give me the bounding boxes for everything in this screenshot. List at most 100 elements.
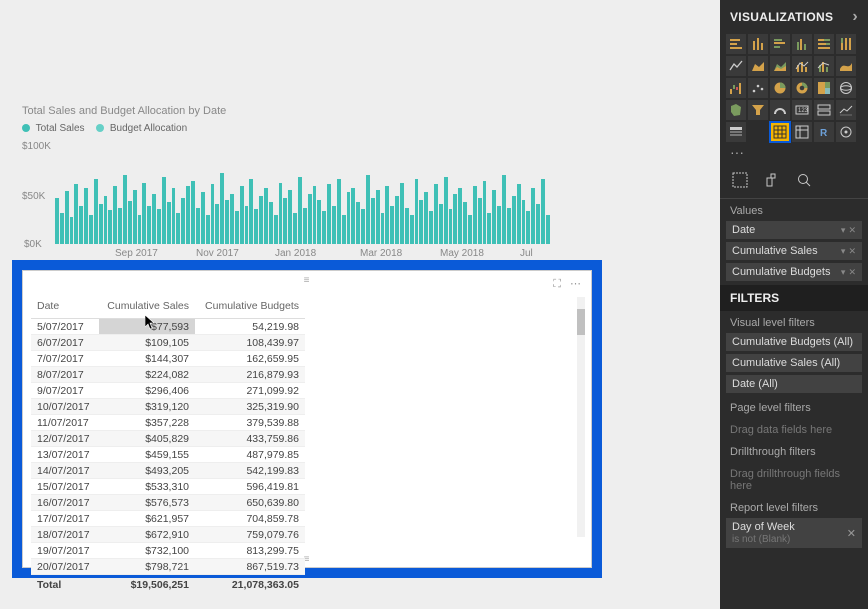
cell-cum-sales[interactable]: $224,082 [99,367,195,383]
dtf-dropzone[interactable]: Drag drillthrough fields here [720,462,868,496]
hundred-stacked-column-icon[interactable] [836,34,856,54]
bar[interactable] [162,177,166,244]
bar-chart[interactable] [55,148,550,244]
analytics-tab-icon[interactable] [794,170,814,190]
table-row[interactable]: 9/07/2017$296,406271,099.92 [31,383,305,399]
bar[interactable] [449,209,453,244]
clustered-bar-icon[interactable] [770,34,790,54]
cell-cum-sales[interactable]: $357,228 [99,415,195,431]
table-visual-icon[interactable] [770,122,790,142]
bar[interactable] [235,211,239,244]
bar[interactable] [264,188,268,244]
bar[interactable] [337,179,341,244]
chevron-right-icon[interactable]: › [852,8,858,26]
bar[interactable] [118,208,122,244]
bar[interactable] [196,208,200,244]
bar[interactable] [152,194,156,244]
bar[interactable] [191,181,195,244]
bar[interactable] [531,188,535,244]
bar[interactable] [298,177,302,244]
bar[interactable] [142,183,146,244]
bar[interactable] [181,198,185,244]
bar[interactable] [249,179,253,244]
bar[interactable] [147,206,151,244]
kpi-icon[interactable] [836,100,856,120]
cell-cum-sales[interactable]: $459,155 [99,447,195,463]
bar[interactable] [133,190,137,244]
table-row[interactable]: 12/07/2017$405,829433,759.86 [31,431,305,447]
bar[interactable] [215,204,219,244]
bar[interactable] [123,175,127,244]
line-stacked-column-icon[interactable] [792,56,812,76]
bar[interactable] [240,186,244,244]
field-cum-budgets[interactable]: Cumulative Budgets▾✕ [726,263,862,281]
cell-cum-sales[interactable]: $493,205 [99,463,195,479]
bar[interactable] [108,210,112,244]
bar[interactable] [104,196,108,244]
cell-cum-budgets[interactable]: 54,219.98 [195,319,305,335]
visualizations-header[interactable]: VISUALIZATIONS › [720,0,868,34]
bar[interactable] [541,179,545,244]
bar[interactable] [473,186,477,244]
stacked-bar-icon[interactable] [726,34,746,54]
table-row[interactable]: 7/07/2017$144,307162,659.95 [31,351,305,367]
cell-date[interactable]: 6/07/2017 [31,335,99,351]
bar[interactable] [89,215,93,244]
bar[interactable] [269,202,273,244]
table-row[interactable]: 14/07/2017$493,205542,199.83 [31,463,305,479]
bar[interactable] [211,184,215,244]
bar[interactable] [206,215,210,244]
cell-cum-budgets[interactable]: 704,859.78 [195,511,305,527]
vlf-cum-budgets[interactable]: Cumulative Budgets (All) [726,333,862,351]
bar[interactable] [381,213,385,244]
card-icon[interactable]: 123 [792,100,812,120]
vlf-cum-sales[interactable]: Cumulative Sales (All) [726,354,862,372]
bar[interactable] [322,211,326,244]
bar[interactable] [99,204,103,244]
bar[interactable] [434,184,438,244]
format-tab-icon[interactable] [762,170,782,190]
bar[interactable] [128,201,132,244]
table-row[interactable]: 13/07/2017$459,155487,979.85 [31,447,305,463]
cell-cum-sales[interactable]: $533,310 [99,479,195,495]
cell-cum-budgets[interactable]: 108,439.97 [195,335,305,351]
bar[interactable] [415,179,419,244]
cell-cum-sales[interactable]: $621,957 [99,511,195,527]
cell-date[interactable]: 11/07/2017 [31,415,99,431]
vlf-date[interactable]: Date (All) [726,375,862,393]
scatter-icon[interactable] [748,78,768,98]
field-cum-sales[interactable]: Cumulative Sales▾✕ [726,242,862,260]
py-visual-icon[interactable] [836,122,856,142]
table-row[interactable]: 10/07/2017$319,120325,319.90 [31,399,305,415]
bar[interactable] [303,208,307,244]
cell-cum-sales[interactable]: $576,573 [99,495,195,511]
cell-cum-budgets[interactable]: 867,519.73 [195,559,305,575]
cell-date[interactable]: 18/07/2017 [31,527,99,543]
table-row[interactable]: 8/07/2017$224,082216,879.93 [31,367,305,383]
cell-date[interactable]: 17/07/2017 [31,511,99,527]
bar[interactable] [497,206,501,244]
line-chart-icon[interactable] [726,56,746,76]
ribbon-chart-icon[interactable] [836,56,856,76]
bar[interactable] [254,209,258,244]
scrollbar-thumb[interactable] [577,309,585,335]
funnel-icon[interactable] [748,100,768,120]
cell-date[interactable]: 19/07/2017 [31,543,99,559]
cell-cum-budgets[interactable]: 216,879.93 [195,367,305,383]
bar[interactable] [279,183,283,244]
bar[interactable] [376,190,380,244]
more-options-icon[interactable]: ⋯ [570,278,581,290]
cell-cum-sales[interactable]: $109,105 [99,335,195,351]
bar[interactable] [453,194,457,244]
data-table[interactable]: Date Cumulative Sales Cumulative Budgets… [31,297,305,594]
bar[interactable] [439,204,443,244]
filters-header[interactable]: FILTERS [720,285,868,311]
cell-date[interactable]: 16/07/2017 [31,495,99,511]
bar[interactable] [507,208,511,244]
bar[interactable] [79,206,83,244]
slicer-icon[interactable] [726,122,746,142]
bar[interactable] [220,173,224,244]
bar[interactable] [60,213,64,244]
bar[interactable] [342,215,346,244]
clustered-column-icon[interactable] [792,34,812,54]
